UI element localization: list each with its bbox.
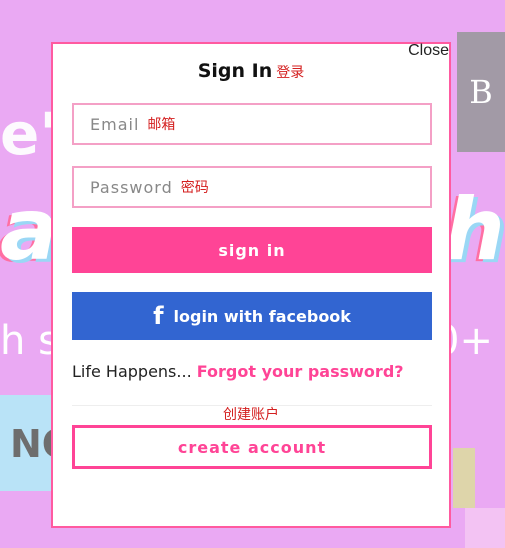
email-placeholder: Email bbox=[90, 114, 140, 134]
password-field[interactable]: Password 密码 bbox=[72, 166, 432, 208]
password-placeholder: Password bbox=[90, 177, 173, 197]
facebook-login-label: login with facebook bbox=[173, 306, 351, 326]
email-translation: 邮箱 bbox=[147, 117, 176, 133]
background-text: e' bbox=[0, 100, 58, 168]
forgot-password-row: Life Happens... Forgot your password? bbox=[72, 362, 434, 381]
create-account-button[interactable]: create account bbox=[72, 425, 432, 469]
modal-title-translation: 登录 bbox=[276, 65, 305, 81]
create-account-translation: 创建账户 bbox=[223, 407, 279, 423]
forgot-prefix: Life Happens... bbox=[72, 362, 192, 381]
password-translation: 密码 bbox=[180, 180, 209, 196]
modal-title-row: Sign In 登录 bbox=[53, 60, 449, 82]
create-account-label: create account bbox=[177, 437, 327, 457]
background-text: h bbox=[443, 180, 505, 280]
sign-in-modal: Close Sign In 登录 Email 邮箱 Password 密码 sig… bbox=[51, 42, 451, 528]
close-button[interactable]: Close bbox=[408, 42, 449, 60]
forgot-password-link[interactable]: Forgot your password? bbox=[197, 362, 404, 381]
brand-badge: B bbox=[457, 32, 505, 152]
background-shape bbox=[465, 508, 505, 548]
facebook-login-button[interactable]: f login with facebook bbox=[72, 292, 432, 340]
modal-title: Sign In bbox=[197, 60, 273, 82]
sign-in-label: sign in bbox=[218, 240, 286, 260]
facebook-icon: f bbox=[153, 302, 164, 330]
background-shape bbox=[453, 448, 475, 508]
sign-in-button[interactable]: sign in bbox=[72, 227, 432, 273]
email-field[interactable]: Email 邮箱 bbox=[72, 103, 432, 145]
